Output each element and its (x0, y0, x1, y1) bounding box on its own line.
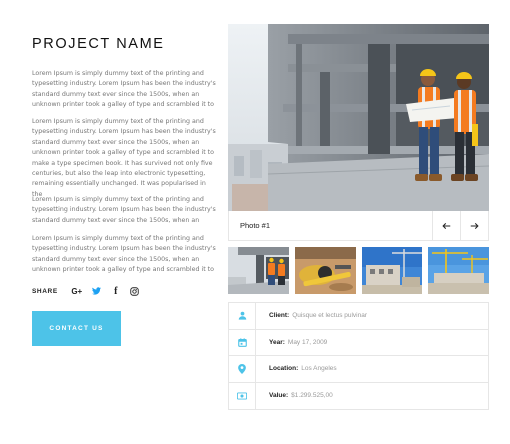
facebook-icon[interactable]: f (111, 286, 121, 297)
description-paragraph-1: Lorem Ipsum is simply dummy text of the … (32, 70, 216, 109)
detail-row-year: Year: May 17, 2009 (229, 329, 488, 356)
project-title: PROJECT NAME (32, 36, 165, 52)
previous-photo-button[interactable] (432, 211, 460, 240)
detail-value: Los Angeles (301, 365, 337, 373)
share-bar: SHARE G+ f (32, 286, 140, 297)
photo-caption: Photo #1 (240, 221, 271, 230)
calendar-icon (237, 338, 247, 347)
project-details-table: Client: Quisque et lectus pulvinar Year:… (228, 302, 489, 410)
construction-site-thumb[interactable] (361, 247, 423, 294)
person-icon (238, 312, 246, 320)
main-project-photo (228, 24, 489, 211)
description-paragraph-4: Lorem Ipsum is simply dummy text of the … (32, 235, 216, 274)
description-paragraph-3: Lorem Ipsum is simply dummy text of the … (32, 196, 216, 224)
tools-thumb[interactable] (294, 247, 356, 294)
detail-value: $1.299.525,00 (291, 392, 333, 400)
detail-value: May 17, 2009 (287, 338, 328, 346)
arrow-right-icon (470, 222, 479, 229)
description-paragraph-2: Lorem Ipsum is simply dummy text of the … (32, 118, 216, 198)
share-label: SHARE (32, 287, 58, 295)
google-plus-icon[interactable]: G+ (71, 286, 83, 296)
detail-row-location: Location: Los Angeles (229, 356, 488, 383)
detail-label: Year: (269, 338, 285, 346)
detail-row-client: Client: Quisque et lectus pulvinar (229, 303, 488, 330)
location-pin-icon (238, 363, 246, 374)
thumbnail-strip (228, 247, 489, 294)
workers-thumb[interactable] (228, 247, 289, 294)
money-icon (237, 392, 247, 400)
detail-label: Client: (269, 312, 290, 320)
contact-us-button[interactable]: CONTACT US (32, 311, 121, 346)
detail-label: Location: (269, 365, 299, 373)
crane-site-thumb[interactable] (428, 247, 489, 294)
photo-navigation-bar: Photo #1 (228, 211, 489, 241)
detail-row-value: Value: $1.299.525,00 (229, 382, 488, 409)
next-photo-button[interactable] (460, 211, 488, 240)
detail-label: Value: (269, 392, 289, 400)
instagram-icon[interactable] (130, 286, 140, 296)
arrow-left-icon (442, 222, 451, 229)
detail-value: Quisque et lectus pulvinar (292, 312, 368, 320)
twitter-icon[interactable] (92, 286, 102, 296)
